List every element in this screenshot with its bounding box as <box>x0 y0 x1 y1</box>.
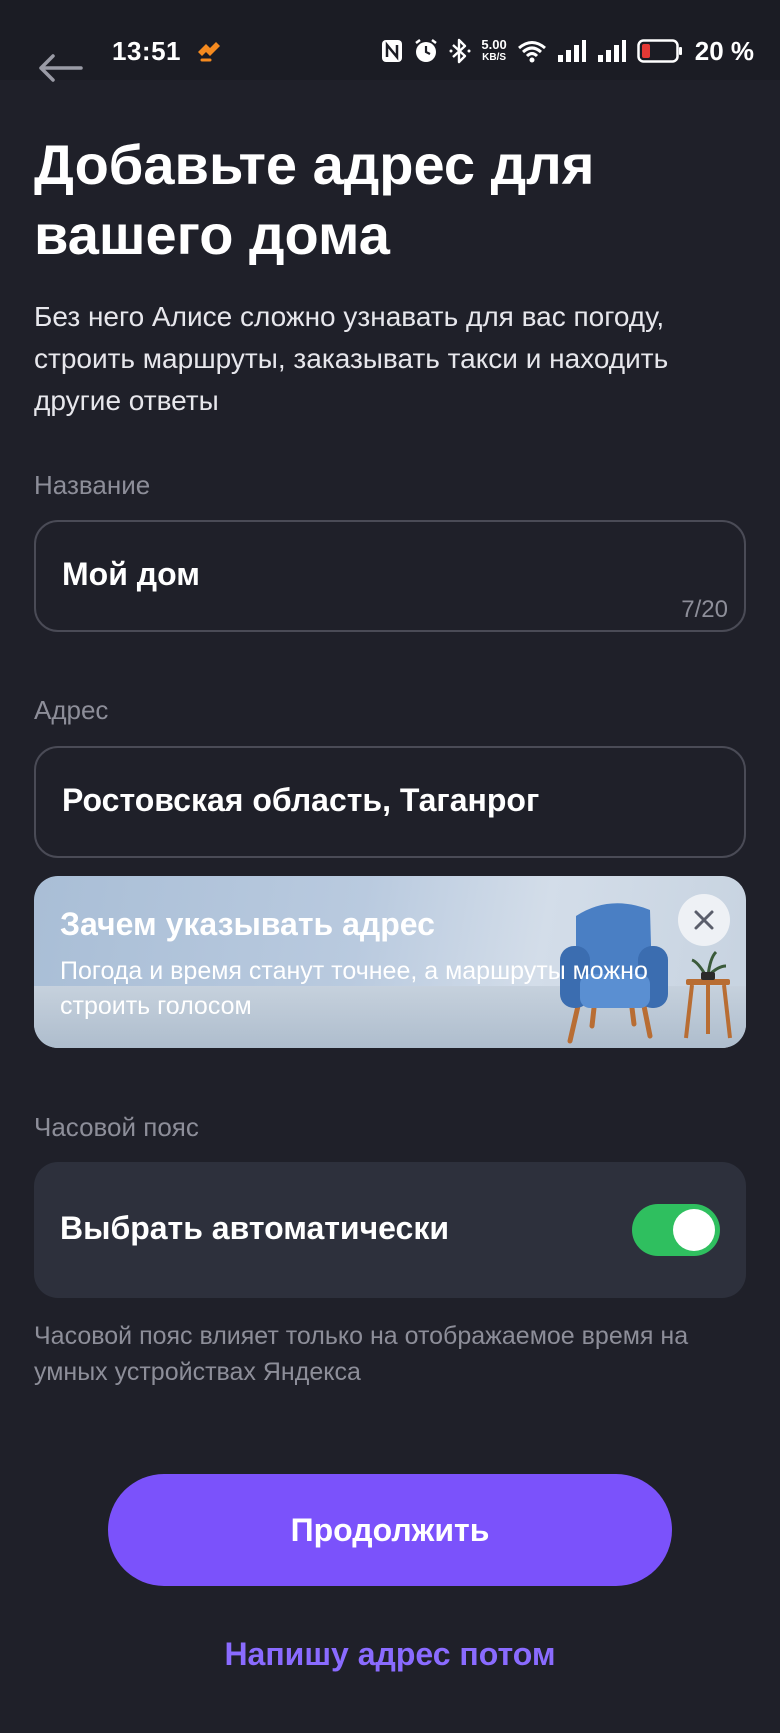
timezone-auto-label: Выбрать автоматически <box>60 1210 450 1246</box>
add-address-later-link[interactable]: Напишу адрес потом <box>0 1636 780 1673</box>
bluetooth-icon <box>449 38 471 64</box>
battery-percent: 20 % <box>694 35 754 66</box>
signal-icon <box>557 39 587 63</box>
address-field-label: Адрес <box>34 695 109 725</box>
timezone-hint: Часовой пояс влияет только на отображаем… <box>34 1322 689 1386</box>
page-subtitle: Без него Алисе сложно узнавать для вас п… <box>34 301 669 416</box>
status-bar: 13:51 5.00 KB/S 20 % <box>0 0 780 82</box>
continue-button[interactable]: Продолжить <box>108 1474 672 1586</box>
status-time: 13:51 <box>112 36 181 66</box>
info-banner: Зачем указывать адрес Погода и время ста… <box>34 876 746 1048</box>
add-home-address-screen: 13:51 5.00 KB/S 20 % Добавьте адрес для … <box>0 0 780 1733</box>
page-title: Добавьте адрес для вашего дома <box>34 133 595 266</box>
arrow-left-icon <box>39 54 83 82</box>
banner-title: Зачем указывать адрес <box>60 906 435 942</box>
status-icons: 5.00 KB/S 20 % <box>381 34 754 68</box>
name-field[interactable]: Мой дом 7/20 <box>34 520 746 632</box>
battery-icon <box>636 39 683 63</box>
network-speed: 5.00 KB/S <box>481 38 506 64</box>
signal-icon <box>597 39 627 63</box>
wifi-icon <box>517 39 547 63</box>
timezone-auto-option[interactable]: Выбрать автоматически <box>34 1162 746 1298</box>
nfc-icon <box>381 39 403 63</box>
address-field-value: Ростовская область, Таганрог <box>62 782 540 818</box>
name-field-label: Название <box>34 470 151 500</box>
name-field-value: Мой дом <box>62 556 200 592</box>
alarm-icon <box>413 38 439 64</box>
name-field-counter: 7/20 <box>681 596 728 623</box>
notification-app-icon <box>198 42 220 62</box>
close-icon <box>694 910 714 930</box>
network-speed-value: 5.00 <box>481 37 507 52</box>
back-button[interactable] <box>34 42 86 94</box>
address-field[interactable]: Ростовская область, Таганрог <box>34 746 746 858</box>
banner-close-button[interactable] <box>678 894 730 946</box>
banner-text: Погода и время станут точнее, а маршруты… <box>60 957 648 1020</box>
timezone-auto-toggle[interactable] <box>632 1204 720 1256</box>
network-speed-unit: KB/S <box>482 52 507 63</box>
toggle-knob <box>673 1209 715 1251</box>
timezone-label: Часовой пояс <box>34 1112 199 1142</box>
